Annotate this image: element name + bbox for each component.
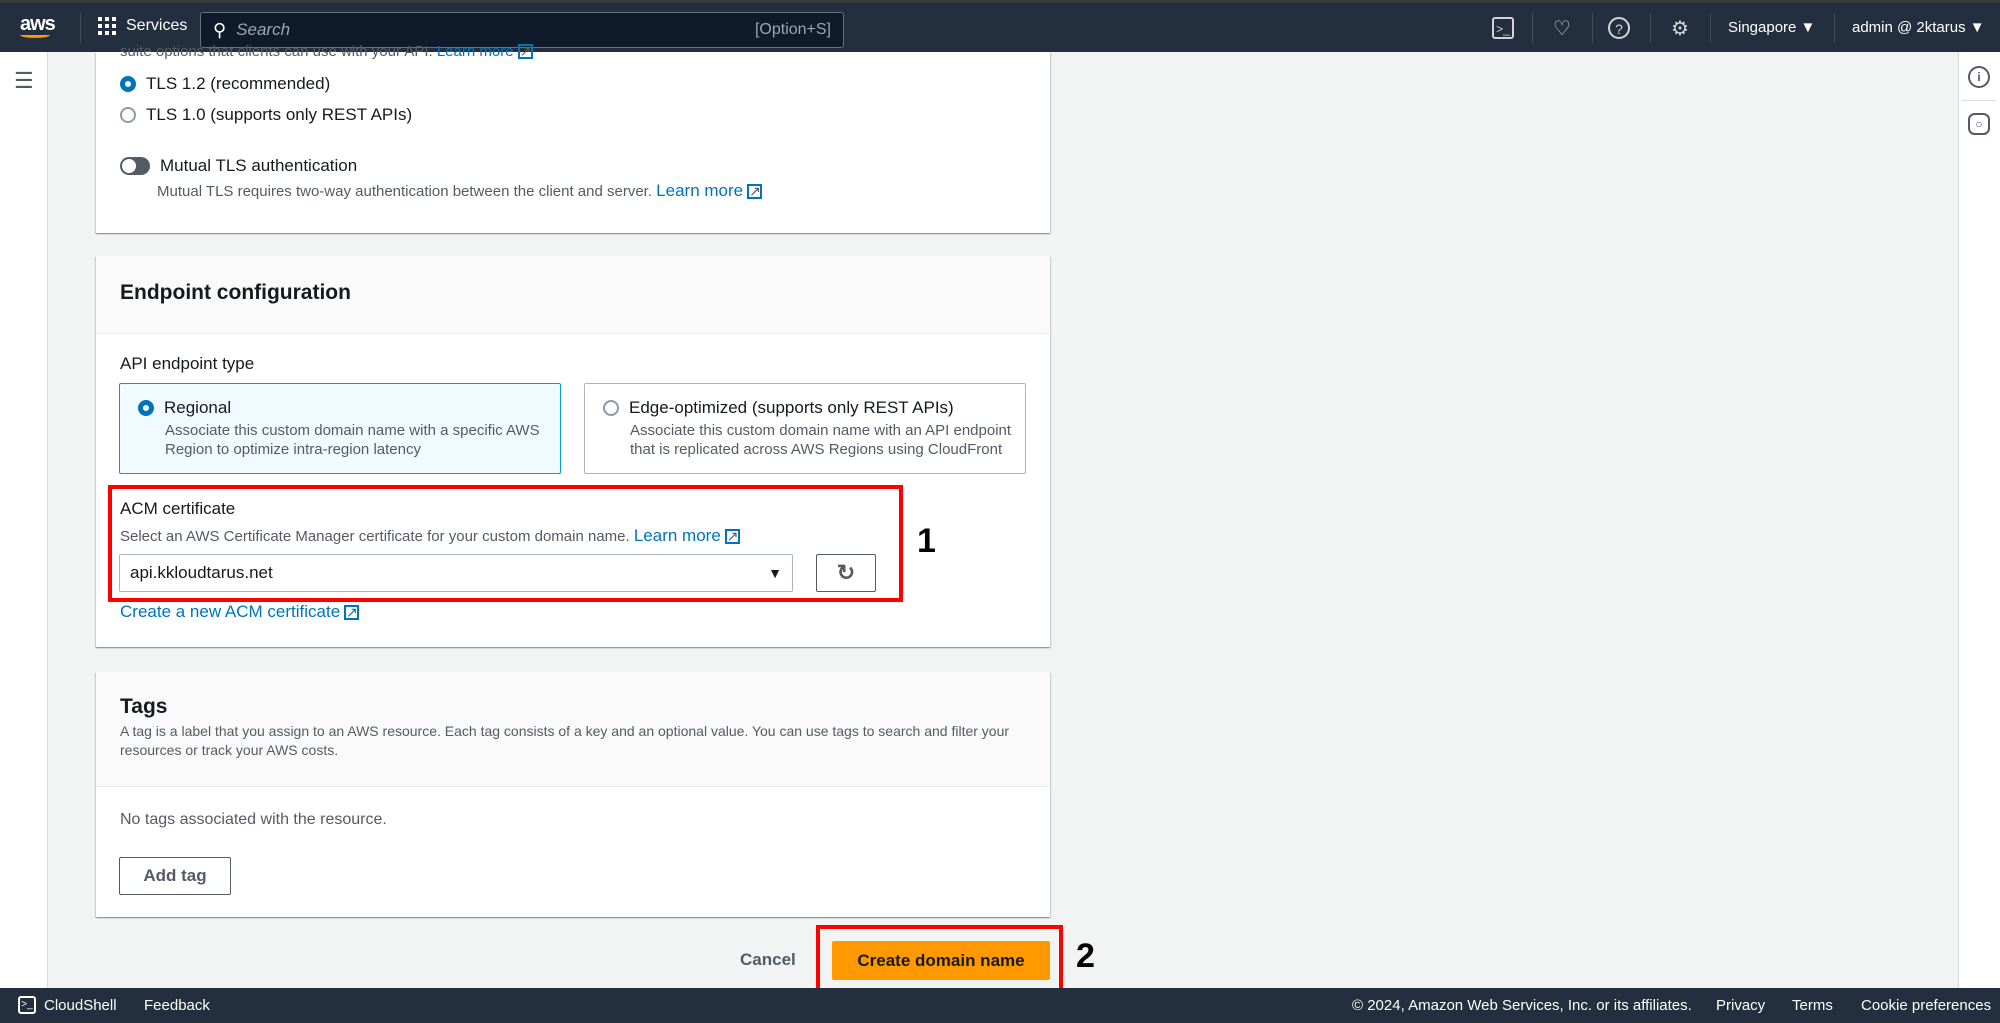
card-header: Endpoint configuration	[96, 256, 1050, 334]
highlight-box-acm	[108, 485, 903, 602]
divider	[1962, 100, 1996, 101]
cloudshell-icon[interactable]: >_	[18, 996, 36, 1014]
radio-label: TLS 1.0 (supports only REST APIs)	[146, 105, 413, 124]
external-link-icon: ↗	[517, 43, 533, 59]
highlight-box-create	[816, 925, 1063, 997]
right-sidebar	[1958, 52, 2000, 988]
empty-state-text: No tags associated with the resource.	[120, 811, 387, 828]
mutual-tls-description: Mutual TLS requires two-way authenticati…	[157, 181, 763, 200]
tls-intro-text: suite options that clients can use with …	[120, 43, 533, 60]
radio-icon	[120, 76, 136, 92]
search-shortcut: [Option+S]	[754, 21, 831, 38]
info-icon[interactable]: i	[1968, 66, 1990, 88]
divider	[1532, 13, 1533, 43]
radio-tls-1-0[interactable]: TLS 1.0 (supports only REST APIs)	[120, 105, 412, 125]
logo-text: aws	[20, 13, 56, 35]
copyright-text: © 2024, Amazon Web Services, Inc. or its…	[1352, 997, 1692, 1014]
feedback-link[interactable]: Feedback	[144, 997, 210, 1014]
toggle-label: Mutual TLS authentication	[160, 156, 358, 175]
cancel-button[interactable]: Cancel	[740, 950, 796, 970]
section-description: A tag is a label that you assign to an A…	[120, 723, 1010, 758]
services-label: Services	[126, 17, 188, 34]
tile-description: Associate this custom domain name with a…	[165, 422, 540, 458]
footer: >_ CloudShell Feedback © 2024, Amazon We…	[0, 988, 2000, 1023]
tile-label: Regional	[164, 398, 232, 417]
radio-icon	[138, 400, 154, 416]
cloudshell-link[interactable]: CloudShell	[44, 997, 117, 1014]
radio-label: TLS 1.2 (recommended)	[146, 74, 331, 93]
add-tag-button[interactable]: Add tag	[119, 857, 231, 895]
account-menu[interactable]: admin @ 2ktarus ▼	[1852, 19, 1985, 36]
privacy-link[interactable]: Privacy	[1716, 997, 1765, 1014]
search-placeholder: Search	[236, 20, 291, 39]
mutual-tls-toggle[interactable]: Mutual TLS authentication	[120, 156, 357, 176]
left-sidebar	[0, 52, 48, 988]
tags-card: Tags A tag is a label that you assign to…	[96, 672, 1050, 917]
tile-description: Associate this custom domain name with a…	[630, 422, 1012, 458]
section-title: Endpoint configuration	[120, 281, 351, 304]
learn-more-link[interactable]: Learn more	[656, 181, 743, 200]
region-selector[interactable]: Singapore ▼	[1728, 19, 1815, 36]
endpoint-type-regional[interactable]: Regional Associate this custom domain na…	[119, 383, 561, 474]
divider	[1592, 13, 1593, 43]
section-title: Tags	[120, 695, 168, 718]
bell-icon[interactable]: ♡	[1550, 17, 1574, 41]
divider	[80, 13, 81, 43]
learn-more-link[interactable]: Learn more	[437, 43, 514, 60]
aws-logo[interactable]: aws	[20, 13, 56, 38]
radio-icon	[120, 107, 136, 123]
external-link-icon: ↗	[344, 604, 360, 620]
divider	[1710, 13, 1711, 43]
endpoint-type-edge-optimized[interactable]: Edge-optimized (supports only REST APIs)…	[584, 383, 1026, 474]
toggle-switch[interactable]	[120, 157, 150, 175]
radio-icon	[603, 400, 619, 416]
external-link-icon: ↗	[747, 183, 763, 199]
annotation-number: 2	[1076, 937, 1095, 975]
cookie-preferences-link[interactable]: Cookie preferences	[1861, 997, 1991, 1014]
terms-link[interactable]: Terms	[1792, 997, 1833, 1014]
search-icon: ⚲	[213, 19, 227, 40]
services-menu-button[interactable]: Services	[98, 17, 187, 35]
create-acm-certificate-link[interactable]: Create a new ACM certificate ↗	[120, 602, 360, 622]
grid-icon	[98, 17, 116, 35]
field-label: API endpoint type	[120, 354, 255, 373]
hexagon-icon[interactable]: ○	[1968, 113, 1990, 135]
annotation-number: 1	[917, 522, 936, 560]
hamburger-menu-icon[interactable]: ☰	[14, 68, 34, 94]
cloudshell-icon[interactable]: >_	[1492, 17, 1514, 39]
help-icon[interactable]: ?	[1608, 17, 1630, 39]
radio-tls-1-2[interactable]: TLS 1.2 (recommended)	[120, 74, 330, 94]
gear-icon[interactable]: ⚙	[1668, 17, 1692, 41]
card-header: Tags A tag is a label that you assign to…	[96, 672, 1050, 787]
tile-label: Edge-optimized (supports only REST APIs)	[629, 398, 954, 417]
tls-settings-card: suite options that clients can use with …	[96, 43, 1050, 233]
divider	[1834, 13, 1835, 43]
divider	[1650, 13, 1651, 43]
